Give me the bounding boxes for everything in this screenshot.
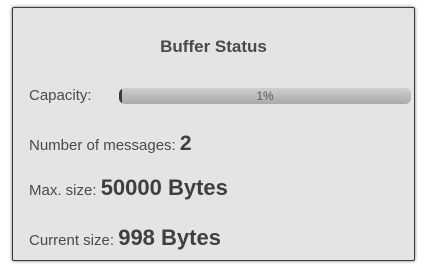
capacity-progress-bar: 1% [119, 88, 411, 104]
max-size-row: Max. size: 50000 Bytes [29, 175, 228, 201]
current-size-label: Current size: [29, 232, 119, 249]
messages-label: Number of messages: [29, 137, 180, 154]
capacity-row: Capacity: [29, 87, 92, 104]
capacity-label: Capacity: [29, 87, 92, 104]
messages-value: 2 [179, 132, 192, 155]
max-size-value: 50000 Bytes [100, 175, 228, 200]
max-size-label: Max. size: [29, 182, 101, 199]
buffer-status-panel: Buffer Status Capacity: 1% Number of mes… [12, 7, 415, 261]
capacity-percent-text: 1% [256, 89, 274, 103]
messages-row: Number of messages: 2 [29, 132, 192, 156]
current-size-value: 998 Bytes [118, 225, 221, 250]
current-size-row: Current size: 998 Bytes [29, 225, 221, 251]
panel-title: Buffer Status [160, 37, 267, 56]
